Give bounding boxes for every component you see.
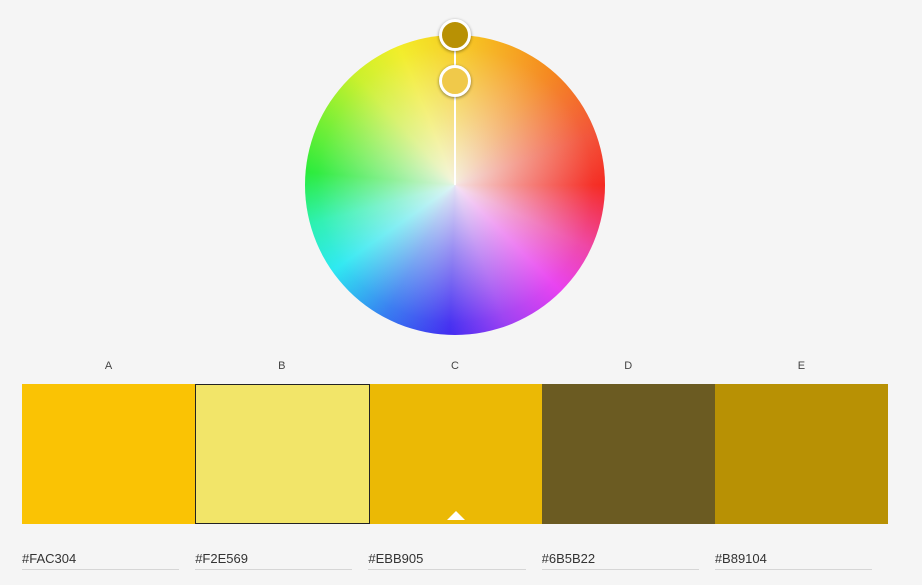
- hex-cell-d: [541, 548, 715, 572]
- color-wheel-handle-line: [454, 35, 456, 185]
- swatch-a[interactable]: [22, 384, 195, 524]
- color-wheel-base-handle[interactable]: [439, 19, 471, 51]
- hex-input-b[interactable]: [195, 548, 353, 570]
- swatch-d[interactable]: [542, 384, 716, 524]
- hex-cell-b: [195, 548, 368, 572]
- hex-cell-a: [22, 548, 195, 572]
- hex-input-a[interactable]: [22, 548, 180, 570]
- swatch-c[interactable]: [369, 384, 543, 524]
- swatch-e[interactable]: [715, 384, 888, 524]
- swatch-label-c: C: [451, 360, 459, 372]
- color-wheel-handle[interactable]: [439, 65, 471, 97]
- swatch-row: [22, 384, 888, 524]
- color-theme-editor: A B C D E: [0, 0, 922, 585]
- swatch-label-d: D: [624, 360, 633, 372]
- color-wheel[interactable]: [305, 19, 605, 335]
- swatch-label-a: A: [104, 360, 113, 372]
- swatch-label-e: E: [797, 360, 806, 372]
- swatch-labels: A B C D E: [22, 360, 888, 376]
- base-color-caret-icon: [446, 511, 465, 520]
- hex-input-d[interactable]: [541, 548, 699, 570]
- hex-inputs: [22, 548, 888, 572]
- swatch-b[interactable]: [194, 384, 370, 524]
- swatch-label-b: B: [278, 360, 286, 372]
- hex-input-e[interactable]: [714, 548, 873, 570]
- hex-cell-e: [714, 548, 888, 572]
- hex-input-c[interactable]: [368, 548, 526, 570]
- hex-cell-c: [368, 548, 541, 572]
